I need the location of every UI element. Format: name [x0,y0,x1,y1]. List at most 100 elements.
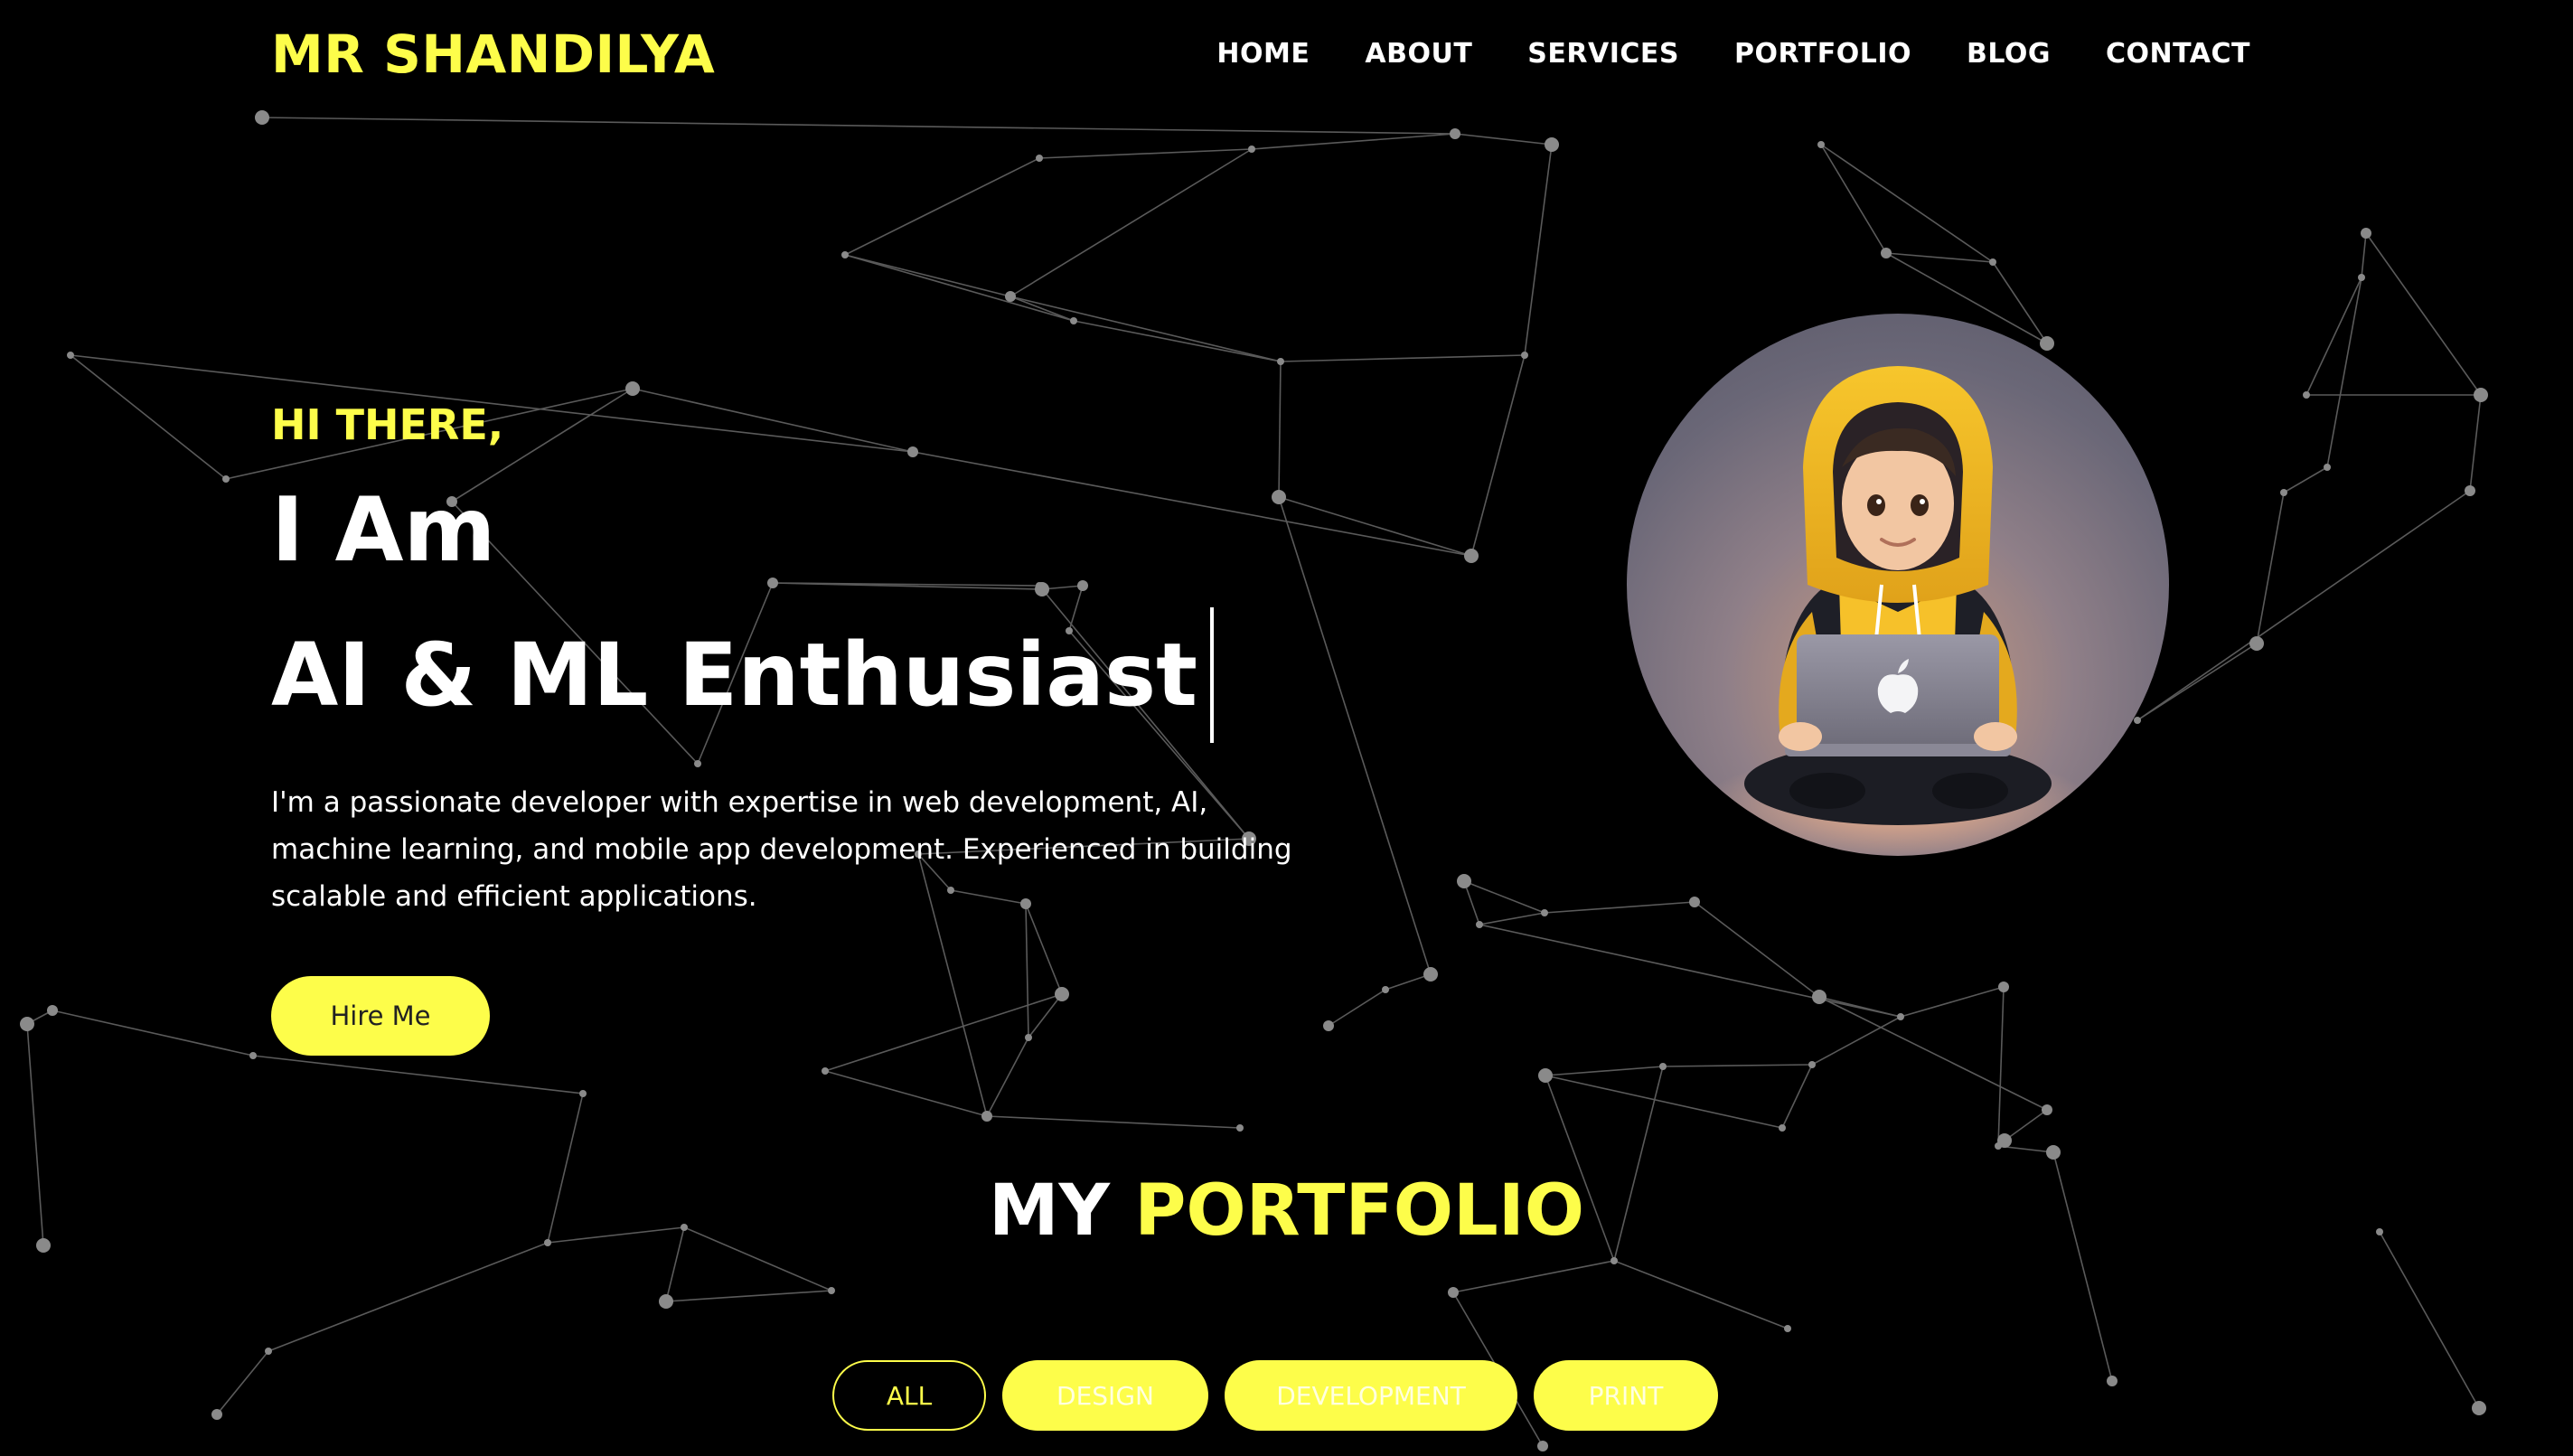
network-line [2004,1109,2048,1141]
network-line [1545,1066,1664,1076]
network-line [1479,924,1902,1018]
network-node [1998,982,2009,992]
filter-all[interactable]: ALL [832,1360,986,1431]
nav-blog[interactable]: BLOG [1967,34,2051,74]
network-node [2472,1401,2486,1415]
network-node [1545,137,1559,152]
network-node [841,251,849,258]
site-header: MR SHANDILYA HOME ABOUT SERVICES PORTFOL… [0,0,2573,108]
nav-contact[interactable]: CONTACT [2106,34,2250,74]
network-node [1537,1441,1548,1451]
network-line [2305,277,2362,396]
network-line [2326,277,2362,468]
network-node [625,381,640,396]
network-node [1541,909,1548,916]
network-line [844,157,1040,256]
network-node [1476,921,1483,928]
network-node [1997,1133,2012,1148]
network-node [1277,358,1284,365]
network-line [1820,144,1994,263]
network-line [1009,148,1253,297]
network-line [2283,466,2328,493]
hero-intro: I Am [271,479,496,582]
network-node [1005,291,1016,302]
network-node [1464,549,1479,563]
network-line [1900,986,2005,1018]
network-node [1812,990,1826,1004]
network-node [211,1409,222,1420]
network-node [1036,155,1043,162]
portfolio-filters: ALL DESIGN DEVELOPMENT PRINT [832,1360,1718,1431]
network-node [222,475,230,483]
network-line [1328,989,1386,1027]
network-node [2465,485,2475,496]
nav-portfolio[interactable]: PORTFOLIO [1734,34,1911,74]
network-node [1248,146,1255,153]
network-line [216,1350,269,1415]
network-node [249,1052,257,1059]
network-line [261,117,1456,135]
portfolio-heading-accent: PORTFOLIO [1134,1170,1585,1252]
network-node [1989,258,1996,266]
site-logo[interactable]: MR SHANDILYA [271,22,715,87]
network-node [981,1111,992,1122]
network-node [67,352,74,359]
network-node [2474,388,2488,402]
network-line [1251,133,1456,150]
network-node [1689,897,1700,907]
network-node [1808,1061,1816,1068]
network-node [1779,1124,1786,1132]
network-line [824,1070,988,1117]
filter-print[interactable]: PRINT [1534,1360,1718,1431]
network-node [1323,1020,1334,1031]
network-node [255,110,269,125]
network-line [986,1115,1241,1129]
network-node [2249,636,2264,651]
network-line [2365,232,2482,396]
network-line [844,254,1011,297]
network-line [252,1055,584,1094]
network-node [265,1348,272,1355]
network-node [828,1287,835,1294]
network-node [2358,274,2365,281]
nav-about[interactable]: ABOUT [1365,34,1472,74]
network-node [47,1005,58,1016]
network-node [659,1294,673,1309]
network-line [1997,986,2005,1147]
hoodie-boy-laptop-illustration [1699,366,2097,856]
network-line [70,354,227,480]
network-line [1038,148,1253,159]
network-node [2134,717,2141,724]
network-line [1479,912,1545,925]
network-node [2046,1145,2061,1160]
network-node [1450,128,1460,139]
filter-development[interactable]: DEVELOPMENT [1225,1360,1517,1431]
network-node [1521,352,1528,359]
network-node [1881,248,1892,258]
network-line [2361,232,2367,278]
network-line [1454,133,1553,146]
network-node [2324,464,2331,471]
nav-services[interactable]: SERVICES [1527,34,1679,74]
network-node [2303,391,2310,399]
network-node [1070,317,1077,324]
typing-cursor [1210,607,1215,743]
network-line [2136,490,2471,721]
hero-section: HI THERE, I Am AI & ML Enthusiast I'm a … [271,398,1310,1056]
network-line [1818,996,2048,1111]
network-node [1448,1287,1459,1298]
network-node [1784,1325,1791,1332]
network-line [1992,261,2048,344]
network-node [822,1067,829,1075]
network-line [1811,1016,1902,1066]
network-line [1545,1075,1783,1129]
network-line [1781,1064,1813,1129]
network-line [844,254,1075,322]
avatar [1627,314,2169,856]
nav-home[interactable]: HOME [1216,34,1310,74]
network-line [2379,1231,2480,1409]
filter-design[interactable]: DESIGN [1002,1360,1208,1431]
network-line [1613,1260,1789,1329]
hire-me-button[interactable]: Hire Me [271,976,490,1056]
network-node [1659,1063,1667,1070]
